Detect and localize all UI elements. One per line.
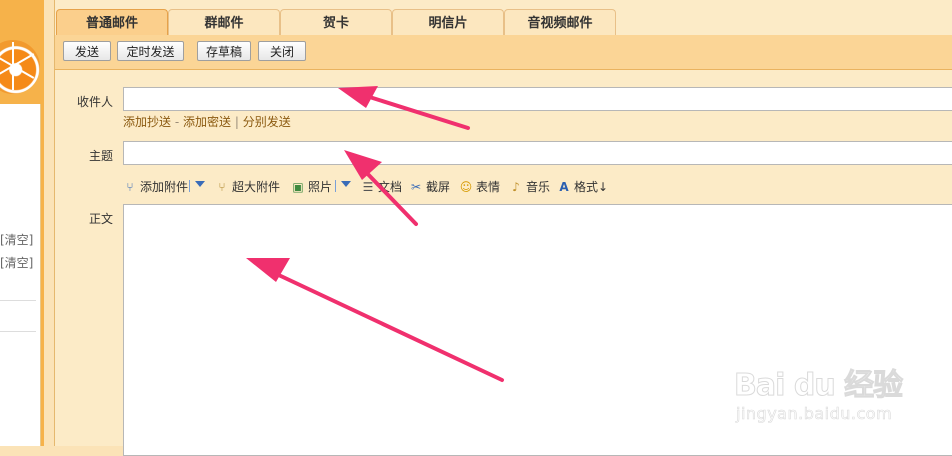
paperclip-icon: ⑂	[218, 180, 226, 194]
document-label: 文档	[378, 180, 403, 194]
format-button[interactable]: A 格式↓	[557, 178, 608, 195]
add-attachment-label: 添加附件	[140, 180, 189, 194]
music-label: 音乐	[526, 180, 551, 194]
tab-av-mail[interactable]: 音视频邮件	[504, 9, 616, 36]
body-label: 正文	[89, 212, 114, 226]
clear-link-1[interactable]: [清空]	[0, 231, 33, 248]
add-attachment-button[interactable]: ⑂ 添加附件	[123, 178, 188, 195]
subject-input[interactable]	[123, 141, 952, 165]
separate-send-link[interactable]: 分别发送	[243, 115, 291, 129]
clear-link-2[interactable]: [清空]	[0, 254, 33, 271]
toolbar-separator	[335, 180, 336, 192]
emoji-label: 表情	[476, 180, 501, 194]
sidebar-divider	[0, 300, 36, 301]
baidu-jingyan-watermark: Bai du 经验 jingyan.baidu.com	[728, 360, 928, 430]
photo-button[interactable]: ▣ 照片	[291, 178, 332, 195]
photo-dropdown-caret[interactable]	[341, 181, 351, 187]
send-button[interactable]: 发送	[63, 41, 111, 61]
orange-logo-icon	[0, 40, 40, 94]
recipient-options: 添加抄送 - 添加密送 | 分别发送	[123, 113, 291, 130]
music-note-icon: ♪	[512, 180, 520, 194]
subject-label: 主题	[89, 149, 114, 163]
screenshot-button[interactable]: ✂ 截屏	[409, 178, 450, 195]
sidebar-panel: [清空] [清空]	[0, 104, 41, 446]
music-button[interactable]: ♪ 音乐	[509, 178, 550, 195]
toolbar-separator	[189, 180, 190, 192]
screenshot-label: 截屏	[426, 180, 451, 194]
emoji-button[interactable]: ☺ 表情	[459, 178, 500, 195]
sidebar-divider	[0, 331, 36, 332]
compose-toolbar: 发送 定时发送 存草稿 关闭	[55, 35, 952, 70]
screenshot-icon: ✂	[410, 180, 422, 194]
scheduled-send-button[interactable]: 定时发送	[117, 41, 184, 61]
watermark-url: jingyan.baidu.com	[736, 404, 893, 424]
link-dash: -	[174, 115, 180, 129]
attachment-dropdown-caret[interactable]	[195, 181, 205, 187]
recipient-input[interactable]	[123, 87, 952, 111]
recipient-label: 收件人	[77, 95, 114, 109]
add-cc-link[interactable]: 添加抄送	[123, 115, 171, 129]
photo-label: 照片	[308, 180, 333, 194]
tab-greeting-card[interactable]: 贺卡	[280, 9, 392, 36]
left-sidebar: [清空] [清空]	[0, 0, 44, 446]
tab-normal-mail[interactable]: 普通邮件	[56, 9, 168, 36]
tab-group-mail[interactable]: 群邮件	[168, 9, 280, 36]
tab-postcard[interactable]: 明信片	[392, 9, 504, 36]
add-bcc-link[interactable]: 添加密送	[183, 115, 231, 129]
close-button[interactable]: 关闭	[258, 41, 306, 61]
save-draft-button[interactable]: 存草稿	[197, 41, 251, 61]
font-format-icon: A	[559, 180, 569, 194]
large-attachment-button[interactable]: ⑂ 超大附件	[215, 178, 280, 195]
paperclip-icon: ⑂	[126, 180, 134, 194]
format-label: 格式↓	[574, 180, 609, 194]
link-pipe: |	[234, 115, 239, 129]
watermark-logo: Bai du 经验	[733, 368, 903, 404]
photo-icon: ▣	[292, 180, 304, 194]
smiley-icon: ☺	[459, 180, 473, 194]
document-icon: ☰	[362, 180, 374, 194]
document-button[interactable]: ☰ 文档	[361, 178, 402, 195]
large-attachment-label: 超大附件	[232, 180, 281, 194]
